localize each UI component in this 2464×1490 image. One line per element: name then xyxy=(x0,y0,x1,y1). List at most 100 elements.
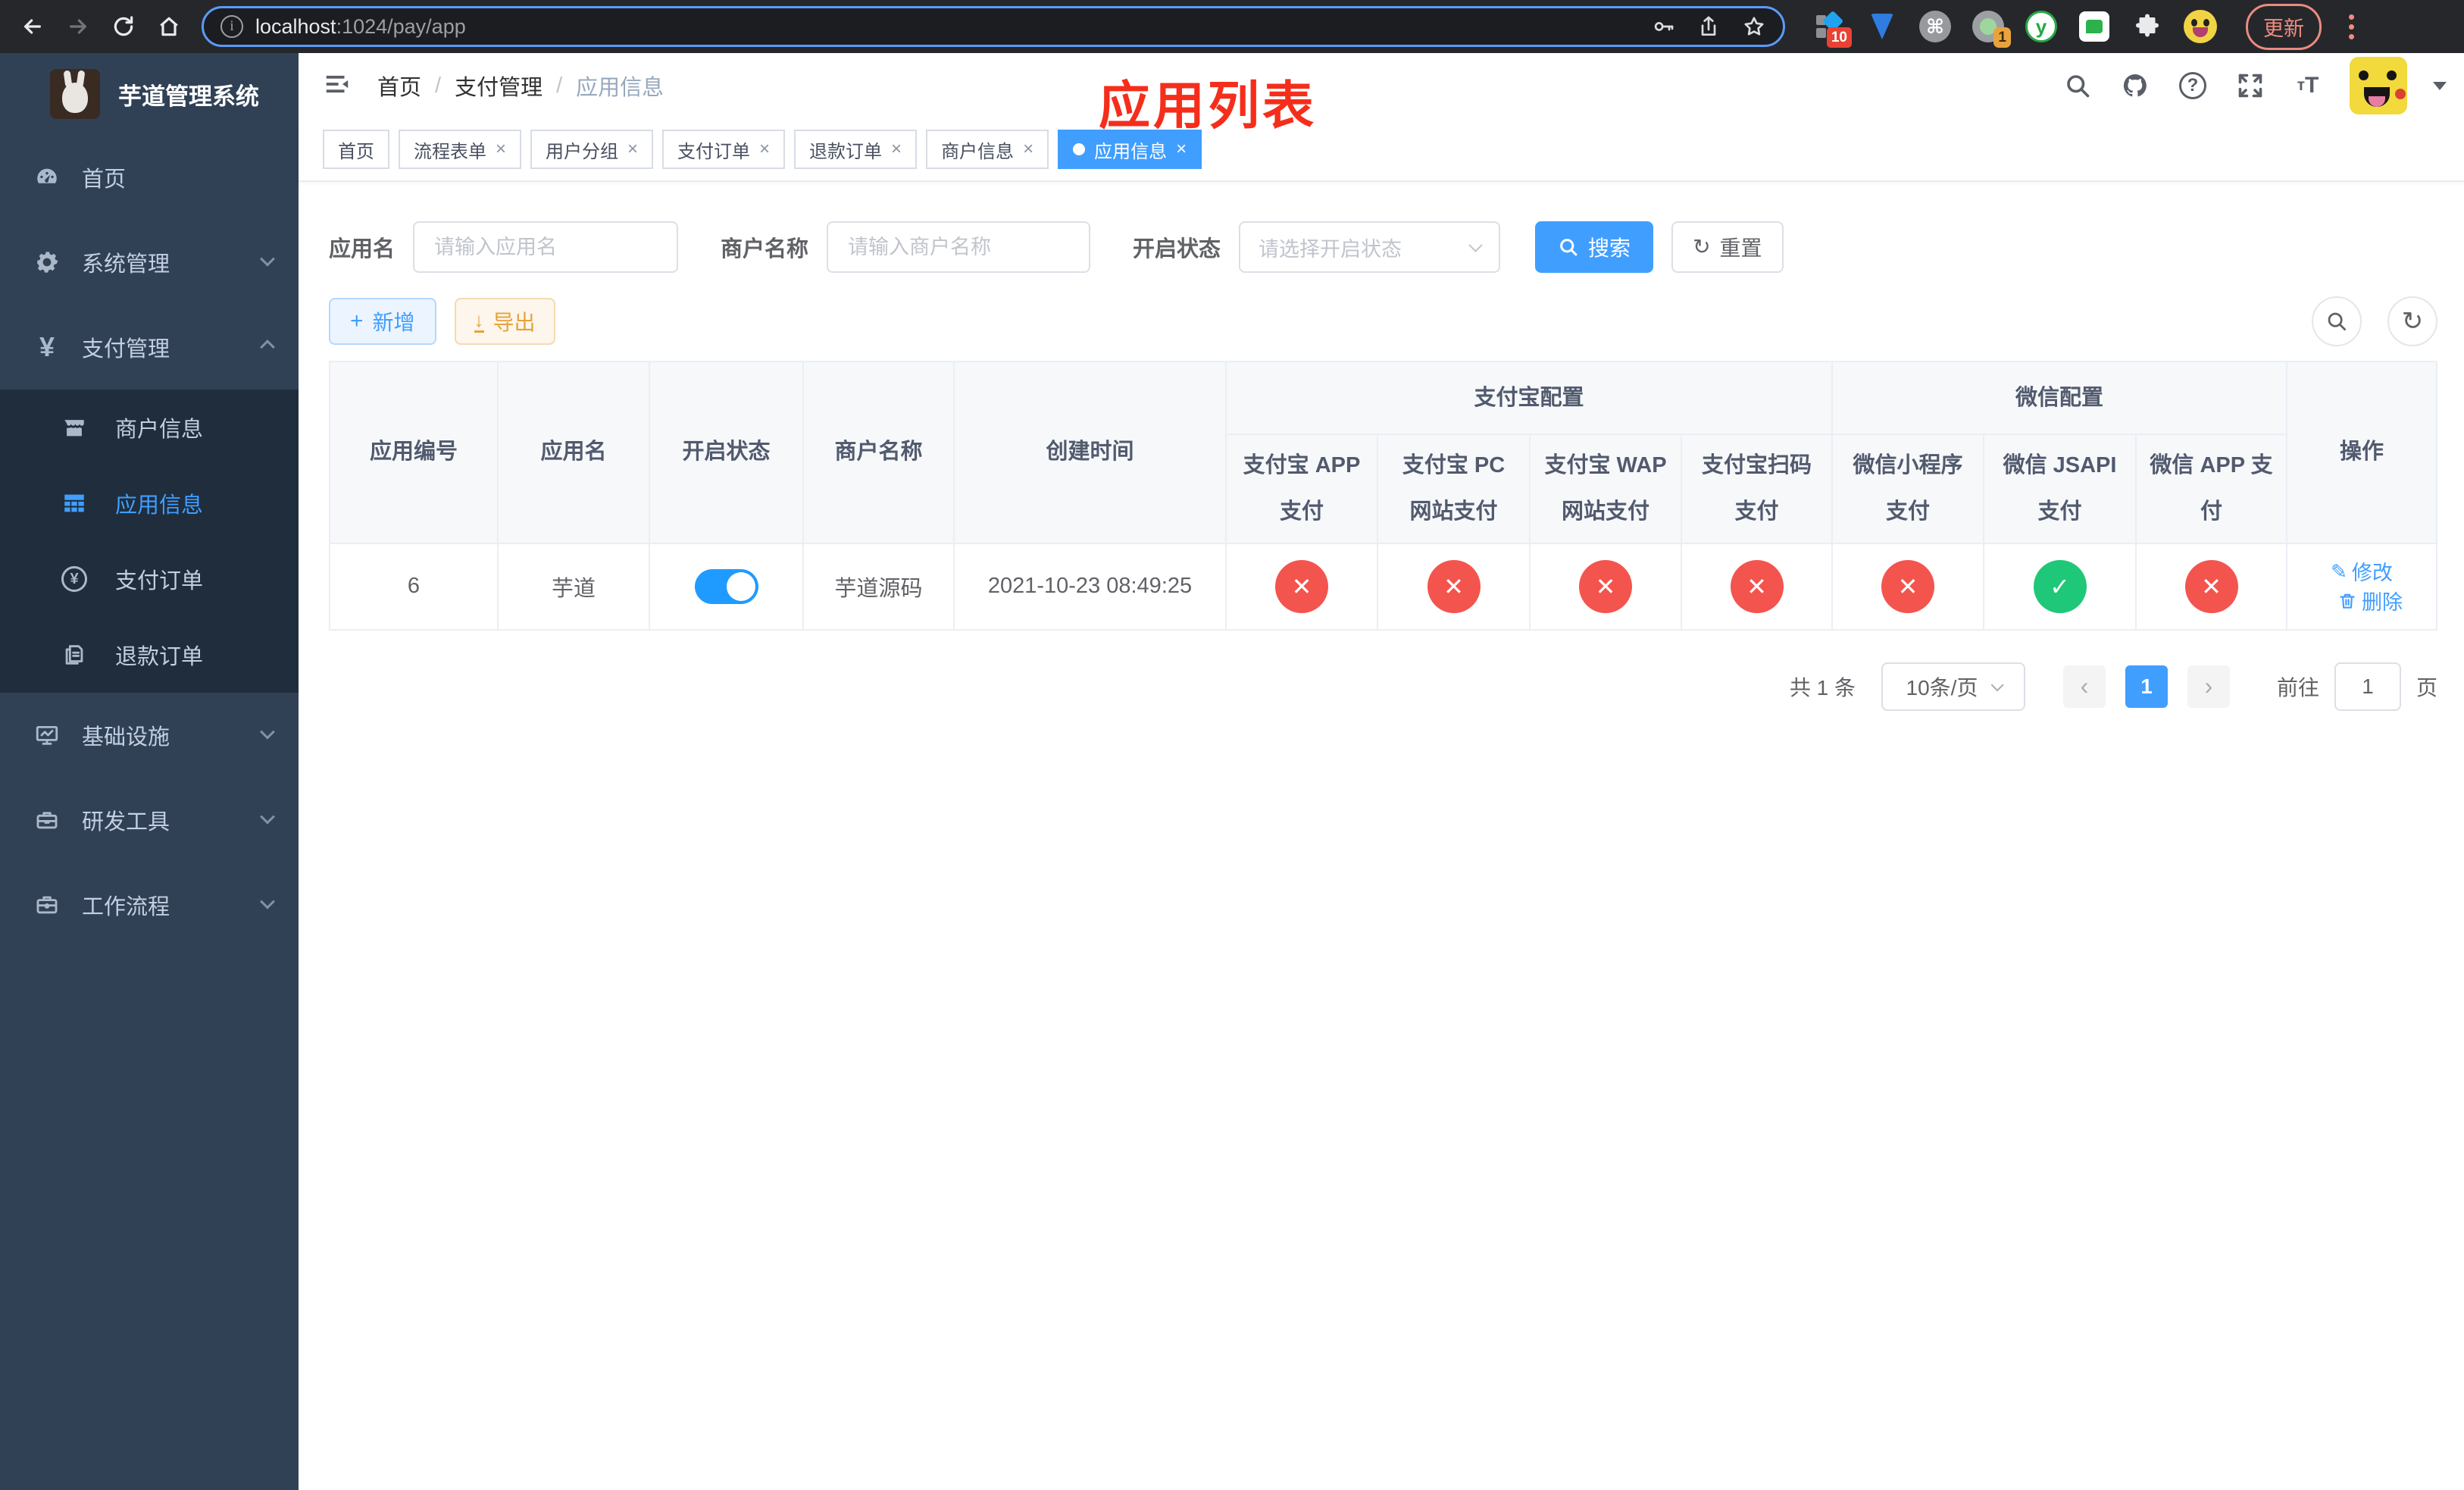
breadcrumb-payment[interactable]: 支付管理 xyxy=(455,70,543,102)
extension-y-icon[interactable]: y xyxy=(2025,10,2058,43)
browser-forward-button[interactable] xyxy=(61,9,95,44)
page-number-1[interactable]: 1 xyxy=(2125,665,2168,708)
tag-user-group[interactable]: 用户分组 × xyxy=(530,130,654,169)
delete-link[interactable]: 删除 xyxy=(2337,586,2403,615)
active-tag-dot xyxy=(1073,143,1086,155)
extension-badge: 1 xyxy=(1993,27,2011,48)
edit-link-label: 修改 xyxy=(2351,562,2393,585)
user-avatar[interactable] xyxy=(2350,57,2408,114)
sidebar-item-workflow[interactable]: 工作流程 xyxy=(0,862,299,947)
fullscreen-icon[interactable] xyxy=(2234,70,2266,102)
browser-reload-button[interactable] xyxy=(106,9,141,44)
toggle-search-button[interactable] xyxy=(2312,296,2362,346)
tag-label: 支付订单 xyxy=(677,141,751,162)
extension-chat-icon[interactable] xyxy=(2078,10,2111,43)
sidebar-item-merchant-info[interactable]: 商户信息 xyxy=(0,390,299,465)
extension-gem-icon[interactable] xyxy=(1865,10,1899,43)
merchant-name-input[interactable] xyxy=(827,221,1091,273)
gear-icon xyxy=(32,249,62,275)
tag-home[interactable]: 首页 xyxy=(323,130,389,169)
tag-merchant-info[interactable]: 商户信息 × xyxy=(926,130,1049,169)
cell-status xyxy=(649,542,804,631)
help-icon[interactable]: ? xyxy=(2177,70,2209,102)
password-key-icon[interactable] xyxy=(1651,14,1675,39)
breadcrumb: 首页 / 支付管理 / 应用信息 xyxy=(377,70,664,102)
tag-close-icon[interactable]: × xyxy=(759,140,770,158)
breadcrumb-current: 应用信息 xyxy=(576,76,664,100)
sidebar-item-infrastructure[interactable]: 基础设施 xyxy=(0,693,299,778)
col-header-wx-jsapi: 微信 JSAPI 支付 xyxy=(1983,434,2137,544)
browser-menu-icon[interactable] xyxy=(2344,10,2359,44)
sidebar-item-system[interactable]: 系统管理 xyxy=(0,220,299,305)
status-label: 开启状态 xyxy=(1133,237,1221,261)
col-header-wx-app: 微信 APP 支付 xyxy=(2135,434,2288,544)
breadcrumb-home[interactable]: 首页 xyxy=(377,70,421,102)
cell-actions: ✎ 修改 删除 xyxy=(2286,542,2438,631)
extension-command-icon[interactable]: ⌘ xyxy=(1918,10,1952,43)
tag-close-icon[interactable]: × xyxy=(496,140,506,158)
sidebar-item-label: 系统管理 xyxy=(82,252,170,277)
table-toolbar: + 新增 ↓ 导出 ↻ xyxy=(329,296,2438,346)
app-title: 芋道管理系统 xyxy=(118,83,259,110)
header-search-icon[interactable] xyxy=(2062,70,2093,102)
sidebar-item-label: 基础设施 xyxy=(82,725,170,750)
refresh-table-button[interactable]: ↻ xyxy=(2387,296,2438,346)
download-icon: ↓ xyxy=(474,308,484,333)
address-bar[interactable]: i localhost:1024/pay/app xyxy=(202,6,1785,47)
add-button[interactable]: + 新增 xyxy=(329,298,436,345)
browser-update-button[interactable]: 更新 xyxy=(2246,3,2322,50)
chevron-down-icon xyxy=(260,894,275,909)
status-select[interactable]: 请选择开启状态 xyxy=(1239,221,1501,273)
prev-page-button[interactable]: ‹ xyxy=(2062,665,2106,708)
extensions-puzzle-icon[interactable] xyxy=(2131,10,2164,43)
tag-label: 退款订单 xyxy=(809,141,883,162)
cell-alipay-pc: ✕ xyxy=(1377,542,1531,631)
goto-page-input[interactable] xyxy=(2334,662,2401,711)
share-icon[interactable] xyxy=(1696,14,1721,39)
search-button[interactable]: 搜索 xyxy=(1535,221,1654,273)
export-button-label: 导出 xyxy=(492,311,536,334)
chevron-up-icon xyxy=(260,340,275,355)
tag-close-icon[interactable]: × xyxy=(891,140,902,158)
yen-icon: ¥ xyxy=(39,331,55,362)
tag-label: 商户信息 xyxy=(941,141,1015,162)
export-button[interactable]: ↓ 导出 xyxy=(454,298,555,345)
sidebar-item-dev-tools[interactable]: 研发工具 xyxy=(0,778,299,862)
sidebar-item-home[interactable]: 首页 xyxy=(0,135,299,220)
app-name-input[interactable] xyxy=(413,221,679,273)
breadcrumb-separator: / xyxy=(435,73,442,98)
github-icon[interactable] xyxy=(2119,70,2151,102)
text-size-icon[interactable]: тT xyxy=(2292,70,2324,102)
sidebar-item-payment[interactable]: ¥ 支付管理 xyxy=(0,305,299,390)
tag-refund-order[interactable]: 退款订单 × xyxy=(794,130,918,169)
next-page-button[interactable]: › xyxy=(2187,665,2230,708)
sidebar-logo[interactable]: 芋道管理系统 xyxy=(0,53,299,135)
tags-view-bar: 首页 流程表单 × 用户分组 × 支付订单 × 退款订单 × 商户信息 × 应用信息 × xyxy=(299,118,2464,182)
site-info-icon[interactable]: i xyxy=(220,15,243,38)
goto-label: 前往 xyxy=(2276,675,2319,700)
tag-close-icon[interactable]: × xyxy=(1023,140,1033,158)
extension-recorder-icon[interactable]: 1 xyxy=(1972,10,2011,48)
sidebar-item-refund-order[interactable]: 退款订单 xyxy=(0,617,299,693)
avatar-caret-icon[interactable] xyxy=(2433,81,2447,90)
sidebar-collapse-icon[interactable] xyxy=(323,70,355,102)
page-size-select[interactable]: 10条/页 xyxy=(1881,662,2025,711)
chevron-down-icon xyxy=(1468,237,1483,252)
cell-wx-app: ✕ xyxy=(2135,542,2288,631)
reset-button[interactable]: ↻ 重置 xyxy=(1671,221,1784,273)
bookmark-star-icon[interactable] xyxy=(1742,14,1766,39)
browser-home-button[interactable] xyxy=(152,9,186,44)
sidebar-item-pay-order[interactable]: ¥ 支付订单 xyxy=(0,541,299,617)
tag-close-icon[interactable]: × xyxy=(1176,140,1187,158)
profile-avatar-icon[interactable] xyxy=(2184,10,2217,43)
tag-close-icon[interactable]: × xyxy=(627,140,638,158)
browser-back-button[interactable] xyxy=(15,9,50,44)
tag-process-form[interactable]: 流程表单 × xyxy=(399,130,522,169)
tag-label: 用户分组 xyxy=(546,141,619,162)
url-text: localhost:1024/pay/app xyxy=(255,15,466,39)
extension-collection-icon[interactable]: 10 xyxy=(1812,10,1852,48)
status-toggle[interactable] xyxy=(694,568,758,604)
sidebar-item-app-info[interactable]: 应用信息 xyxy=(0,465,299,541)
edit-link[interactable]: ✎ 修改 xyxy=(2331,556,2393,586)
tag-pay-order[interactable]: 支付订单 × xyxy=(662,130,786,169)
